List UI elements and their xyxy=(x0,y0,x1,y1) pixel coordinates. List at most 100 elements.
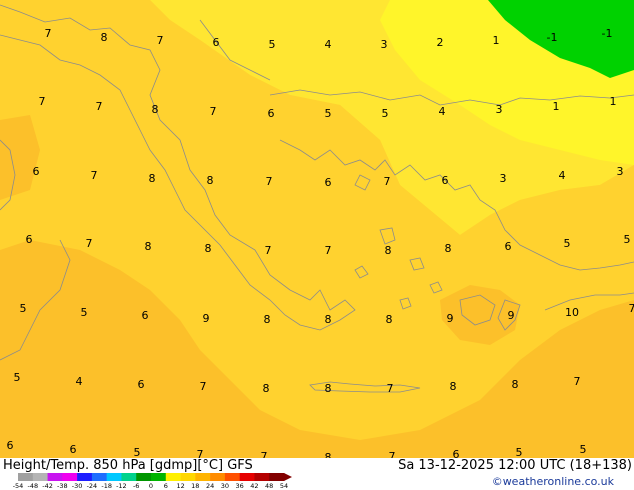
temperature-label: 6 xyxy=(33,165,40,178)
temperature-label: 7 xyxy=(45,27,52,40)
colorbar-segment xyxy=(254,473,270,481)
temperature-label: 5 xyxy=(134,446,141,458)
temperature-label: 10 xyxy=(565,306,579,319)
colorbar-tick-label: 0 xyxy=(148,482,154,490)
temperature-label: 7 xyxy=(210,105,217,118)
temperature-label: 8 xyxy=(325,451,332,458)
temperature-label: 3 xyxy=(496,103,503,116)
colorbar-segment xyxy=(239,473,255,481)
colorbar-tick-label: 6 xyxy=(163,482,168,490)
temperature-label: 4 xyxy=(76,375,83,388)
temperature-label: 7 xyxy=(39,95,46,108)
temperature-label: 7 xyxy=(197,448,204,458)
temperature-label: 7 xyxy=(261,450,268,458)
colorbar-tick-label: -18 xyxy=(101,482,112,490)
temperature-label: 7 xyxy=(387,382,394,395)
temperature-label: 6 xyxy=(7,439,14,452)
temperature-label: 7 xyxy=(325,244,332,257)
map-canvas: 7 8 7 6 5 4 3 2 1 -1 -1 7 7 8 7 6 5 5 4 3 1 1 6 7 8 8 7 6 7 6 3 4 3 6 7 8 8 7… xyxy=(0,0,634,458)
temperature-label: 4 xyxy=(325,38,332,51)
temperature-label: 5 xyxy=(564,237,571,250)
colorbar-tick-label: 18 xyxy=(191,482,200,490)
temperature-label: 8 xyxy=(325,313,332,326)
colorbar xyxy=(18,473,292,481)
temperature-label: 7 xyxy=(91,169,98,182)
colorbar-segment xyxy=(32,473,48,481)
colorbar-segment xyxy=(18,473,34,481)
temperature-label: 8 xyxy=(386,313,393,326)
colorbar-tick-label: 42 xyxy=(250,482,259,490)
colorbar-segment xyxy=(224,473,240,481)
temperature-label: 4 xyxy=(559,169,566,182)
temperature-label: 5 xyxy=(269,38,276,51)
colorbar-tick-label: 30 xyxy=(220,482,230,490)
temperature-label: 6 xyxy=(26,233,33,246)
colorbar-segment xyxy=(151,473,167,481)
temperature-label: 8 xyxy=(207,174,214,187)
temperature-label: 6 xyxy=(442,174,449,187)
credit-link[interactable]: ©weatheronline.co.uk xyxy=(492,475,614,488)
temperature-label: 8 xyxy=(512,378,519,391)
colorbar-segment xyxy=(180,473,196,481)
temperature-label: 3 xyxy=(617,165,624,178)
temperature-label: 5 xyxy=(580,443,587,456)
temperature-label: 1 xyxy=(553,100,560,113)
colorbar-tick-label: -54 xyxy=(12,482,24,490)
valid-time: Sa 13-12-2025 12:00 UTC (18+138) xyxy=(398,458,632,473)
temperature-label: 5 xyxy=(382,107,389,120)
temperature-label: 6 xyxy=(138,378,145,391)
temperature-label: 9 xyxy=(508,309,515,322)
colorbar-segment xyxy=(121,473,137,481)
temperature-label: 9 xyxy=(447,312,454,325)
temperature-label: 6 xyxy=(142,309,149,322)
colorbar-tick-label: 36 xyxy=(235,482,244,490)
temperature-label: 7 xyxy=(266,175,273,188)
colorbar-end-arrow xyxy=(284,473,292,481)
temperature-label: 7 xyxy=(574,375,581,388)
colorbar-tick-label: -48 xyxy=(27,482,39,490)
temperature-label: 5 xyxy=(516,446,523,458)
temperature-label: 3 xyxy=(500,172,507,185)
temperature-label: 8 xyxy=(264,313,271,326)
temperature-label: 7 xyxy=(200,380,207,393)
temperature-label: 6 xyxy=(505,240,512,253)
colorbar-tick-label: -38 xyxy=(56,482,68,490)
temperature-label: 8 xyxy=(450,380,457,393)
temperature-label: 6 xyxy=(453,448,460,458)
colorbar-tick-label: -6 xyxy=(132,482,140,490)
colorbar-tick-label: 12 xyxy=(176,482,185,490)
temperature-label: 7 xyxy=(86,237,93,250)
temperature-label: 8 xyxy=(149,172,156,185)
colorbar-segment xyxy=(195,473,211,481)
footer-bar: Height/Temp. 850 hPa [gdmp][°C] GFS Sa 1… xyxy=(0,458,634,490)
colorbar-tick-label: -24 xyxy=(86,482,98,490)
colorbar-segment xyxy=(62,473,78,481)
colorbar-segment xyxy=(136,473,152,481)
colorbar-segment xyxy=(91,473,107,481)
colorbar-segment xyxy=(165,473,181,481)
temperature-label: 4 xyxy=(439,105,446,118)
colorbar-tick-label: 24 xyxy=(205,482,215,490)
temperature-label: 2 xyxy=(437,36,444,49)
temperature-label: 1 xyxy=(610,95,617,108)
temperature-label: 8 xyxy=(205,242,212,255)
temperature-label: 5 xyxy=(14,371,21,384)
temperature-label: 6 xyxy=(70,443,77,456)
colorbar-tick-label: 48 xyxy=(265,482,274,490)
colorbar-tick-label: -42 xyxy=(42,482,53,490)
temperature-label: 7 xyxy=(96,100,103,113)
colorbar-tick-label: -12 xyxy=(116,482,127,490)
temperature-label: 7 xyxy=(629,302,634,315)
map-title: Height/Temp. 850 hPa [gdmp][°C] GFS xyxy=(3,458,253,473)
weather-map: 7 8 7 6 5 4 3 2 1 -1 -1 7 7 8 7 6 5 5 4 3 1 1 6 7 8 8 7 6 7 6 3 4 3 6 7 8 8 7… xyxy=(0,0,634,458)
temperature-label: 8 xyxy=(263,382,270,395)
colorbar-tick-label: 54 xyxy=(279,482,289,490)
temperature-label: 6 xyxy=(268,107,275,120)
temperature-label: 9 xyxy=(203,312,210,325)
temperature-label: 8 xyxy=(145,240,152,253)
temperature-label: -1 xyxy=(547,31,558,44)
temperature-label: 7 xyxy=(384,175,391,188)
temperature-label: 7 xyxy=(157,34,164,47)
temperature-label: 8 xyxy=(325,382,332,395)
temperature-label: 8 xyxy=(445,242,452,255)
